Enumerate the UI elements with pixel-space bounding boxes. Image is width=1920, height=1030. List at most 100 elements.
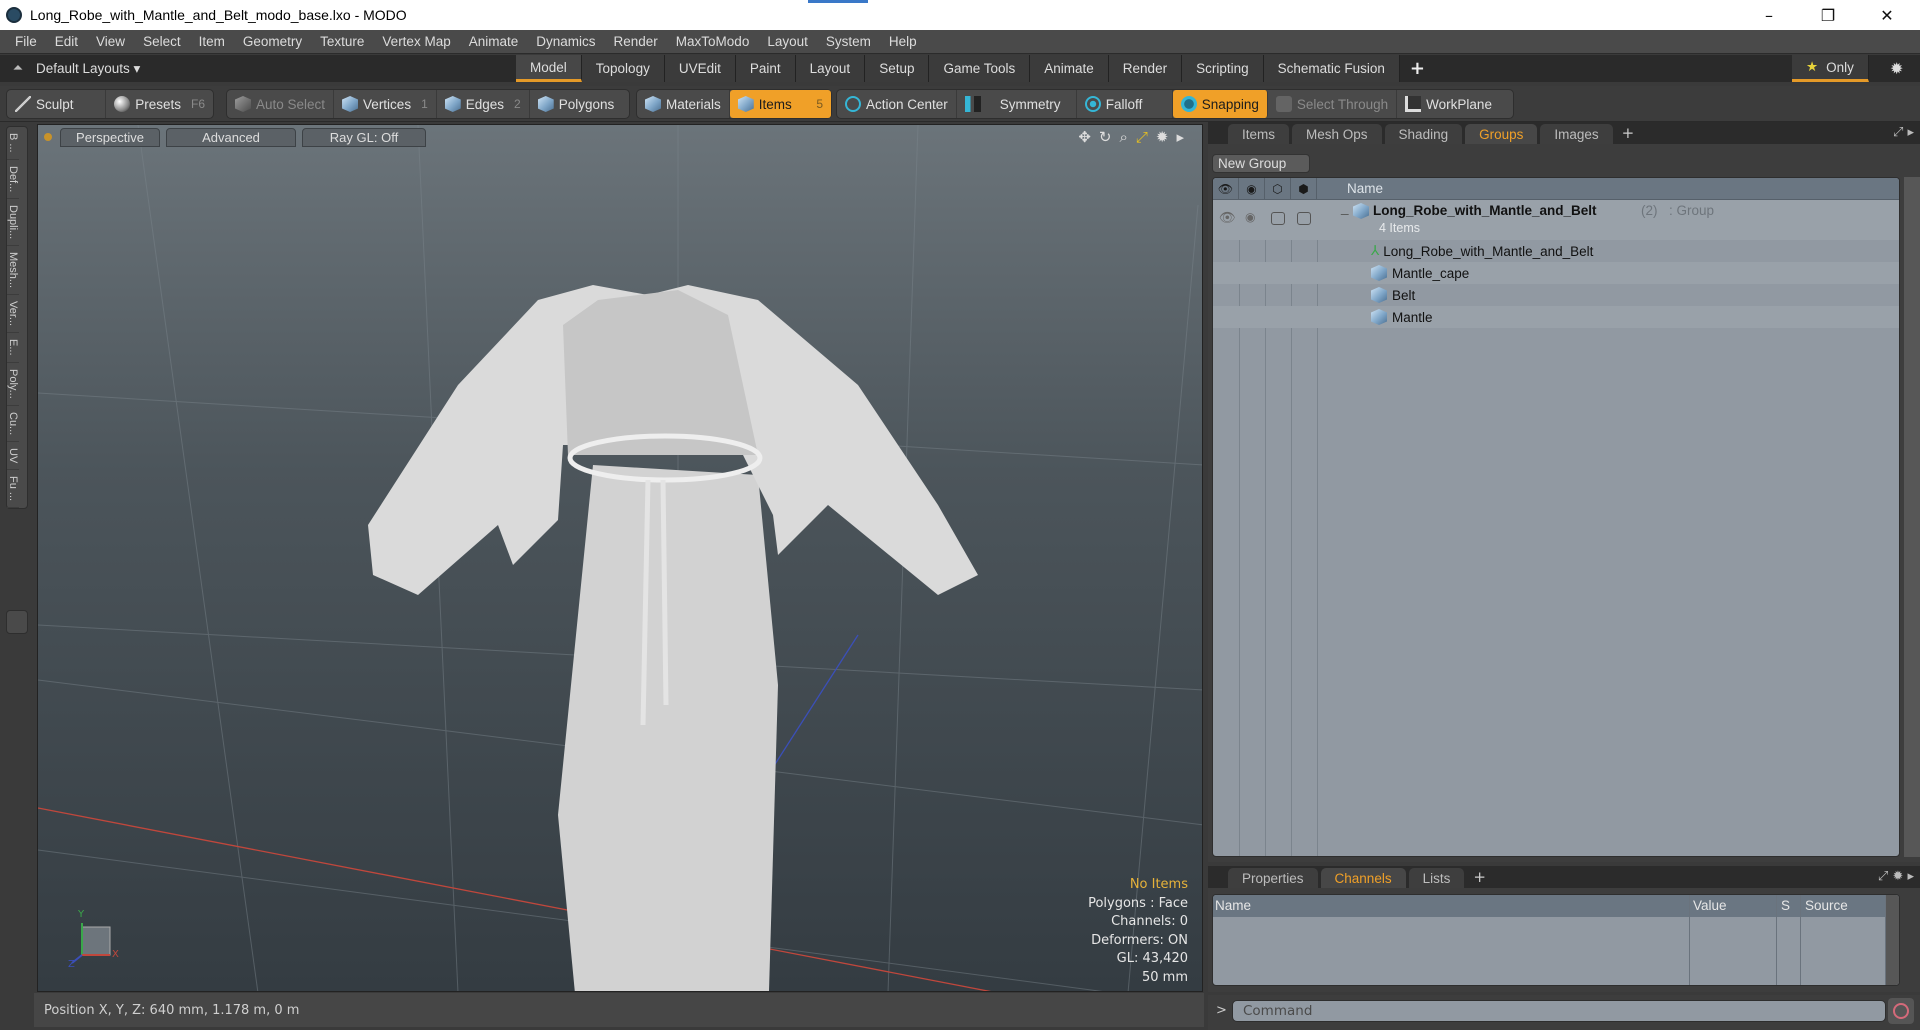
group-select-toggle[interactable] bbox=[1297, 212, 1311, 225]
menu-dynamics[interactable]: Dynamics bbox=[527, 34, 604, 49]
group-render-toggle[interactable]: ◉ bbox=[1245, 210, 1255, 224]
expand-panel-icon[interactable]: ⤢ ▸ bbox=[1893, 125, 1914, 140]
shading-mode-button[interactable]: Advanced bbox=[166, 127, 296, 147]
tray-tab-curve[interactable]: Cu... bbox=[7, 406, 19, 442]
symmetry-button[interactable]: Symmetry bbox=[957, 90, 1077, 118]
workplane-button[interactable]: WorkPlane bbox=[1397, 90, 1500, 118]
tab-properties[interactable]: Properties bbox=[1228, 868, 1318, 888]
menu-help[interactable]: Help bbox=[880, 34, 926, 49]
menu-select[interactable]: Select bbox=[134, 34, 190, 49]
materials-button[interactable]: Materials bbox=[637, 90, 730, 118]
command-input[interactable]: Command bbox=[1232, 1000, 1886, 1022]
tray-tab-polygon[interactable]: Poly... bbox=[7, 363, 19, 406]
fit-view-icon[interactable]: ⤢ bbox=[1136, 128, 1148, 146]
action-center-button[interactable]: Action Center bbox=[837, 90, 957, 118]
tab-mesh-ops[interactable]: Mesh Ops bbox=[1292, 124, 1382, 144]
polygons-button[interactable]: Polygons bbox=[530, 90, 623, 118]
tab-paint[interactable]: Paint bbox=[735, 55, 796, 82]
presets-button[interactable]: Presets F6 bbox=[106, 90, 213, 118]
tray-tab-uv[interactable]: UV bbox=[7, 442, 19, 471]
group-child-row[interactable]: Mantle_cape bbox=[1213, 262, 1899, 284]
group-child-row[interactable]: Belt bbox=[1213, 284, 1899, 306]
tab-setup[interactable]: Setup bbox=[865, 55, 930, 82]
edges-button[interactable]: Edges 2 bbox=[437, 90, 530, 118]
tab-items[interactable]: Items bbox=[1228, 124, 1290, 144]
gear-icon[interactable]: ✹ bbox=[1890, 59, 1903, 78]
menu-layout[interactable]: Layout bbox=[758, 34, 817, 49]
raygl-button[interactable]: Ray GL: Off bbox=[302, 127, 426, 147]
group-child-row[interactable]: Mantle bbox=[1213, 306, 1899, 328]
tab-uvedit[interactable]: UVEdit bbox=[664, 55, 736, 82]
falloff-button[interactable]: Falloff bbox=[1077, 90, 1173, 118]
menu-animate[interactable]: Animate bbox=[460, 34, 528, 49]
channels-scrollbar[interactable] bbox=[1885, 895, 1899, 985]
3d-viewport[interactable]: Perspective Advanced Ray GL: Off ✥ ↻ ⌕ ⤢… bbox=[37, 124, 1203, 992]
group-visibility-toggle[interactable]: 👁 bbox=[1219, 210, 1236, 226]
tab-shading[interactable]: Shading bbox=[1384, 124, 1463, 144]
move-view-icon[interactable]: ✥ bbox=[1078, 128, 1091, 146]
tray-extra-button[interactable] bbox=[6, 610, 28, 634]
zoom-view-icon[interactable]: ⌕ bbox=[1119, 128, 1127, 146]
record-macro-button[interactable] bbox=[1888, 998, 1914, 1024]
menu-render[interactable]: Render bbox=[605, 34, 667, 49]
visibility-column-icon[interactable]: 👁 bbox=[1213, 178, 1239, 200]
tray-tab-basic[interactable]: B ... bbox=[7, 127, 19, 160]
tray-tab-edge[interactable]: E... bbox=[7, 333, 19, 363]
tab-model[interactable]: Model bbox=[516, 55, 582, 82]
new-group-button[interactable]: New Group bbox=[1212, 154, 1310, 173]
tab-animate[interactable]: Animate bbox=[1030, 55, 1109, 82]
snapping-button[interactable]: Snapping bbox=[1172, 90, 1268, 118]
tab-layout[interactable]: Layout bbox=[795, 55, 866, 82]
add-panel-tab-button[interactable]: + bbox=[1622, 124, 1635, 142]
auto-select-button[interactable]: Auto Select bbox=[227, 90, 335, 118]
tab-groups[interactable]: Groups bbox=[1465, 124, 1538, 144]
menu-file[interactable]: File bbox=[6, 34, 46, 49]
select-column-icon[interactable]: ⬢ bbox=[1291, 178, 1317, 200]
add-layout-tab-button[interactable]: + bbox=[1410, 58, 1425, 79]
tray-tab-fusion[interactable]: Fu ... bbox=[7, 470, 19, 509]
viewport-indicator-icon[interactable] bbox=[44, 133, 52, 141]
tab-scripting[interactable]: Scripting bbox=[1182, 55, 1264, 82]
group-collapse-toggle[interactable]: _ bbox=[1341, 200, 1349, 215]
add-panel-tab-button[interactable]: + bbox=[1473, 868, 1486, 886]
sculpt-button[interactable]: Sculpt bbox=[7, 90, 107, 118]
viewport-expand-icon[interactable]: ▸ bbox=[1176, 128, 1184, 146]
channels-panel-options-icon[interactable]: ⤢ ✹ ▸ bbox=[1878, 869, 1914, 884]
group-lock-toggle[interactable] bbox=[1271, 212, 1285, 225]
perspective-view-button[interactable]: Perspective bbox=[60, 127, 160, 147]
menu-system[interactable]: System bbox=[817, 34, 880, 49]
tab-schematic-fusion[interactable]: Schematic Fusion bbox=[1263, 55, 1400, 82]
tray-tab-vertex[interactable]: Ver... bbox=[7, 295, 19, 334]
tray-tab-duplicate[interactable]: Dupli... bbox=[7, 199, 19, 247]
menu-view[interactable]: View bbox=[87, 34, 134, 49]
layout-pin-icon[interactable]: ⏶ bbox=[0, 61, 36, 76]
only-toggle[interactable]: ★ Only bbox=[1792, 55, 1869, 82]
tab-topology[interactable]: Topology bbox=[581, 55, 665, 82]
close-button[interactable]: ✕ bbox=[1858, 0, 1916, 30]
items-button[interactable]: Items 5 bbox=[729, 90, 831, 118]
tray-tab-deform[interactable]: Def... bbox=[7, 160, 19, 199]
menu-vertex-map[interactable]: Vertex Map bbox=[373, 34, 459, 49]
tab-render[interactable]: Render bbox=[1108, 55, 1183, 82]
menu-edit[interactable]: Edit bbox=[46, 34, 87, 49]
groups-scrollbar[interactable] bbox=[1904, 177, 1920, 857]
menu-maxtomodo[interactable]: MaxToModo bbox=[667, 34, 759, 49]
menu-geometry[interactable]: Geometry bbox=[234, 34, 311, 49]
viewport-settings-icon[interactable]: ✹ bbox=[1156, 128, 1169, 146]
menu-item[interactable]: Item bbox=[190, 34, 234, 49]
group-row[interactable]: 👁 ◉ _ Long_Robe_with_Mantle_and_Belt (2)… bbox=[1213, 200, 1899, 240]
tab-channels[interactable]: Channels bbox=[1320, 868, 1406, 888]
select-through-button[interactable]: Select Through bbox=[1268, 90, 1398, 118]
render-column-icon[interactable]: ◉ bbox=[1239, 178, 1265, 200]
tab-game-tools[interactable]: Game Tools bbox=[929, 55, 1031, 82]
restore-button[interactable]: ❐ bbox=[1799, 0, 1857, 30]
tray-tab-mesh[interactable]: Mesh... bbox=[7, 246, 19, 296]
menu-texture[interactable]: Texture bbox=[311, 34, 373, 49]
vertices-button[interactable]: Vertices 1 bbox=[334, 90, 437, 118]
tab-lists[interactable]: Lists bbox=[1408, 868, 1465, 888]
group-child-row[interactable]: ⅄ Long_Robe_with_Mantle_and_Belt bbox=[1213, 240, 1899, 262]
lock-column-icon[interactable]: ⬡ bbox=[1265, 178, 1291, 200]
default-layouts-dropdown[interactable]: Default Layouts ▾ bbox=[36, 61, 516, 77]
tab-images[interactable]: Images bbox=[1540, 124, 1613, 144]
rotate-view-icon[interactable]: ↻ bbox=[1099, 128, 1112, 146]
